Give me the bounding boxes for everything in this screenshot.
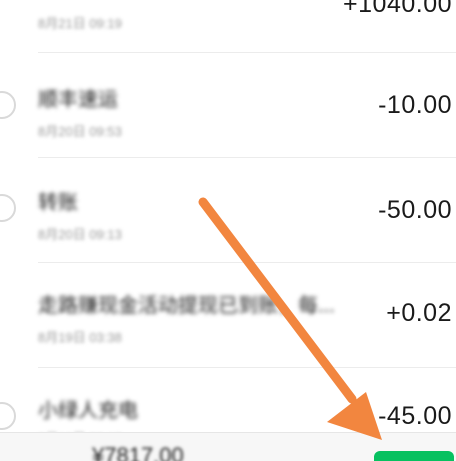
transaction-time: 8月21日 09:19 [38, 16, 122, 31]
transaction-amount: +0.02 [386, 299, 452, 327]
bottom-bar: ¥7817.00 [0, 432, 456, 461]
transaction-amount: -50.00 [378, 196, 452, 224]
transaction-time: 8月20日 09:13 [38, 227, 122, 242]
select-radio[interactable] [0, 402, 16, 430]
transaction-row[interactable]: 走路赚现金活动提现已到账，每... 8月19日 03:38 +0.02 [0, 263, 456, 368]
transaction-title: 转账 [38, 192, 78, 214]
transaction-time: 8月19日 03:38 [38, 330, 122, 345]
total-amount: ¥7817.00 [92, 443, 184, 461]
transaction-title: 顺丰速运 [38, 89, 118, 111]
transaction-amount: -45.00 [378, 402, 452, 430]
transaction-time: 8月20日 09:53 [38, 124, 122, 139]
transaction-title: 小绿人充电 [38, 400, 138, 422]
confirm-button[interactable] [374, 451, 454, 461]
select-radio[interactable] [0, 91, 16, 119]
transaction-row[interactable]: 8月21日 09:19 +1040.00 [0, 0, 456, 53]
transaction-amount: -10.00 [378, 91, 452, 119]
transaction-row[interactable]: 顺丰速运 8月20日 09:53 -10.00 [0, 53, 456, 158]
transaction-row[interactable]: 转账 8月20日 09:13 -50.00 [0, 158, 456, 263]
transaction-title: 走路赚现金活动提现已到账，每... [38, 295, 335, 317]
select-radio[interactable] [0, 194, 16, 222]
transaction-amount: +1040.00 [343, 0, 452, 18]
transaction-list: 8月21日 09:19 +1040.00 顺丰速运 8月20日 09:53 -1… [0, 0, 456, 461]
